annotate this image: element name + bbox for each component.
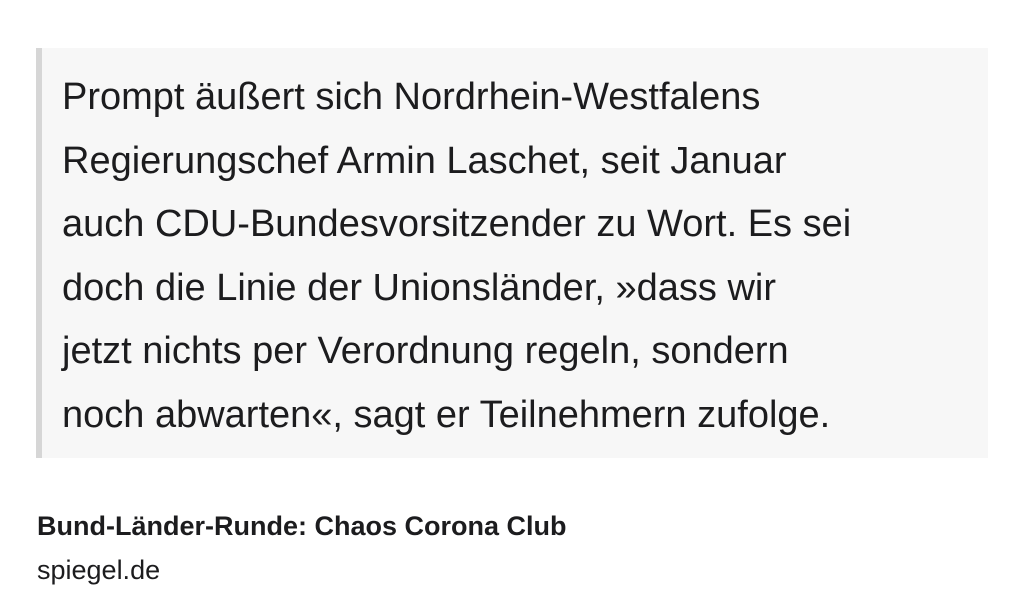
- quote-line: Prompt äußert sich Nordrhein-Westfalens: [62, 76, 761, 118]
- quote-block: Prompt äußert sich Nordrhein-Westfalens …: [36, 48, 988, 458]
- quote-line: Regierungschef Armin Laschet, seit Janua…: [62, 139, 787, 182]
- quote-line: jetzt nichts per Verordnung regeln, sond…: [62, 330, 789, 372]
- link-domain[interactable]: spiegel.de: [37, 550, 977, 590]
- link-title[interactable]: Bund-Länder-Runde: Chaos Corona Club: [37, 506, 977, 546]
- quote-line: doch die Linie der Unionsländer, »dass w…: [62, 266, 776, 309]
- quote-bar: [36, 48, 42, 458]
- quote-line: noch abwarten«, sagt er Teilnehmern zufo…: [62, 393, 831, 436]
- quote-text: Prompt äußert sich Nordrhein-Westfalens …: [62, 66, 978, 447]
- link-preview[interactable]: Bund-Länder-Runde: Chaos Corona Club spi…: [37, 506, 977, 590]
- quote-line: auch CDU-Bundesvorsitzender zu Wort. Es …: [62, 203, 852, 245]
